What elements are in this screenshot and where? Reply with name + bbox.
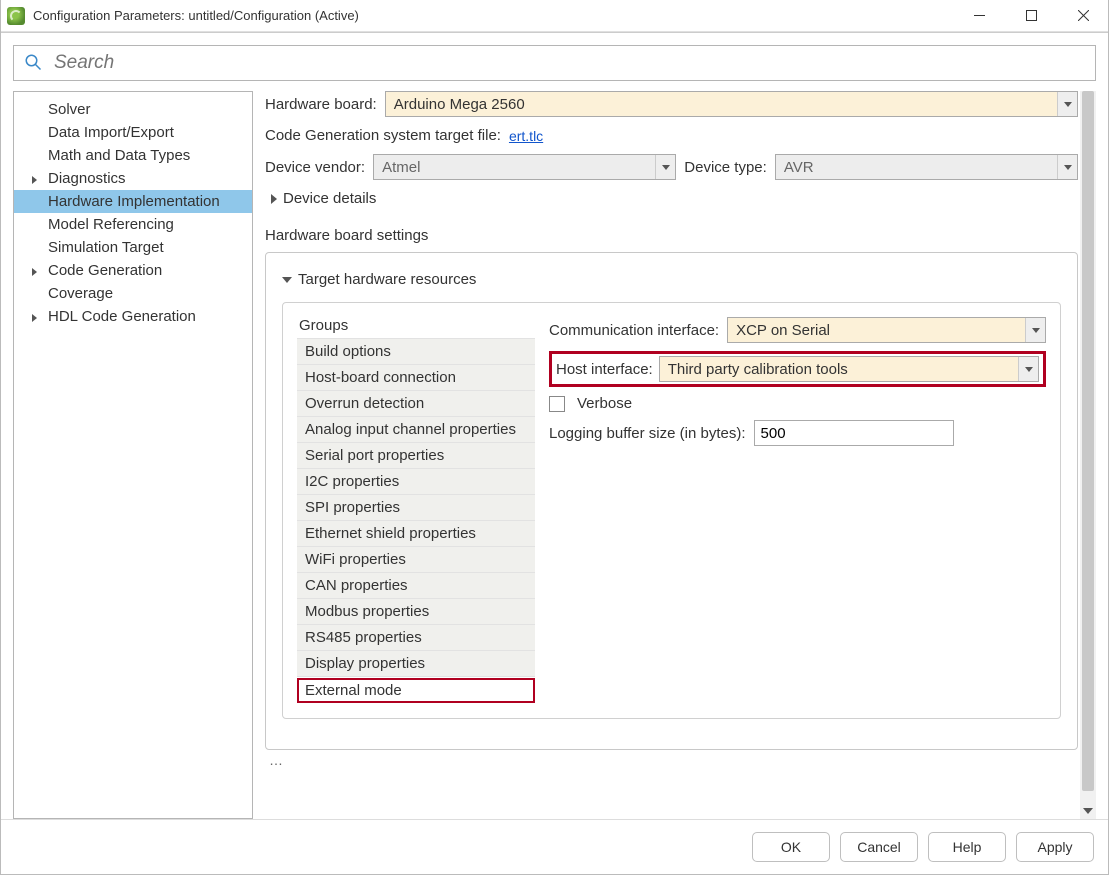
- chevron-down-icon: [282, 277, 292, 283]
- host-interface-highlight: Host interface: Third party calibration …: [549, 351, 1046, 387]
- titlebar: Configuration Parameters: untitled/Confi…: [1, 0, 1108, 32]
- main-columns: SolverData Import/ExportMath and Data Ty…: [13, 91, 1096, 819]
- chevron-down-icon: [1057, 155, 1077, 179]
- group-item[interactable]: Analog input channel properties: [297, 417, 535, 443]
- verbose-label: Verbose: [577, 395, 632, 412]
- group-item[interactable]: Overrun detection: [297, 391, 535, 417]
- chevron-down-icon: [1018, 357, 1038, 381]
- properties-column: Communication interface: XCP on Serial: [549, 317, 1046, 454]
- target-resources-label: Target hardware resources: [298, 271, 476, 288]
- target-resources-expander[interactable]: Target hardware resources: [282, 271, 1061, 288]
- device-vendor-value: Atmel: [374, 159, 655, 176]
- hardware-board-row: Hardware board: Arduino Mega 2560: [265, 91, 1078, 117]
- category-tree[interactable]: SolverData Import/ExportMath and Data Ty…: [13, 91, 253, 819]
- close-button[interactable]: [1068, 4, 1098, 28]
- window-controls: [964, 4, 1098, 28]
- host-interface-select[interactable]: Third party calibration tools: [659, 356, 1039, 382]
- comm-interface-row: Communication interface: XCP on Serial: [549, 317, 1046, 343]
- group-item[interactable]: Ethernet shield properties: [297, 521, 535, 547]
- app-icon: [7, 7, 25, 25]
- ok-button[interactable]: OK: [752, 832, 830, 862]
- hardware-board-label: Hardware board:: [265, 96, 377, 113]
- tree-item[interactable]: Data Import/Export: [14, 121, 252, 144]
- logging-buffer-row: Logging buffer size (in bytes):: [549, 420, 1046, 446]
- group-item[interactable]: Host-board connection: [297, 365, 535, 391]
- chevron-down-icon: [1025, 318, 1045, 342]
- tree-item[interactable]: Solver: [14, 98, 252, 121]
- device-type-select[interactable]: AVR: [775, 154, 1078, 180]
- tree-item[interactable]: Code Generation: [14, 259, 252, 282]
- group-item[interactable]: SPI properties: [297, 495, 535, 521]
- comm-interface-label: Communication interface:: [549, 322, 719, 339]
- logging-buffer-label: Logging buffer size (in bytes):: [549, 425, 746, 442]
- search-input[interactable]: [52, 51, 1085, 75]
- comm-interface-value: XCP on Serial: [728, 322, 1025, 339]
- verbose-checkbox[interactable]: [549, 396, 565, 412]
- codegen-row: Code Generation system target file: ert.…: [265, 127, 1078, 144]
- group-item[interactable]: WiFi properties: [297, 547, 535, 573]
- hardware-board-select[interactable]: Arduino Mega 2560: [385, 91, 1078, 117]
- device-type-label: Device type:: [684, 159, 767, 176]
- help-button[interactable]: Help: [928, 832, 1006, 862]
- hardware-settings-label: Hardware board settings: [265, 227, 1078, 244]
- scrollbar-thumb[interactable]: [1082, 91, 1094, 791]
- group-item[interactable]: Build options: [297, 339, 535, 365]
- device-details-expander[interactable]: Device details: [271, 190, 1078, 207]
- chevron-right-icon: [271, 194, 277, 204]
- groups-column: Groups Build optionsHost-board connectio…: [297, 317, 535, 704]
- window-title: Configuration Parameters: untitled/Confi…: [33, 8, 964, 23]
- chevron-down-icon: [655, 155, 675, 179]
- device-vendor-select[interactable]: Atmel: [373, 154, 676, 180]
- group-item[interactable]: Serial port properties: [297, 443, 535, 469]
- device-vendor-label: Device vendor:: [265, 159, 365, 176]
- tree-item[interactable]: Simulation Target: [14, 236, 252, 259]
- codegen-label: Code Generation system target file:: [265, 127, 501, 144]
- group-item[interactable]: Display properties: [297, 651, 535, 677]
- cancel-button[interactable]: Cancel: [840, 832, 918, 862]
- group-item[interactable]: CAN properties: [297, 573, 535, 599]
- group-item[interactable]: RS485 properties: [297, 625, 535, 651]
- host-interface-row: Host interface: Third party calibration …: [549, 351, 1046, 387]
- config-window: Configuration Parameters: untitled/Confi…: [0, 0, 1109, 875]
- overflow-indicator: …: [269, 752, 1078, 768]
- device-type-value: AVR: [776, 159, 1057, 176]
- codegen-link[interactable]: ert.tlc: [509, 128, 543, 144]
- group-item[interactable]: External mode: [297, 678, 535, 703]
- tree-item[interactable]: HDL Code Generation: [14, 305, 252, 328]
- search-icon: [24, 53, 42, 74]
- body-area: SolverData Import/ExportMath and Data Ty…: [1, 32, 1108, 819]
- group-list[interactable]: Build optionsHost-board connectionOverru…: [297, 338, 535, 703]
- content-area: Hardware board: Arduino Mega 2560 Code G…: [265, 91, 1078, 768]
- tree-item[interactable]: Hardware Implementation: [14, 190, 252, 213]
- chevron-down-icon: [1057, 92, 1077, 116]
- host-interface-label: Host interface:: [556, 361, 653, 378]
- tree-item[interactable]: Math and Data Types: [14, 144, 252, 167]
- right-pane: Hardware board: Arduino Mega 2560 Code G…: [265, 91, 1096, 819]
- group-item[interactable]: I2C properties: [297, 469, 535, 495]
- scrollbar-down-icon[interactable]: [1080, 803, 1096, 819]
- device-details-label: Device details: [283, 190, 376, 207]
- hardware-settings-panel: Target hardware resources Groups Build o…: [265, 252, 1078, 750]
- apply-button[interactable]: Apply: [1016, 832, 1094, 862]
- groups-header: Groups: [299, 317, 535, 334]
- device-row: Device vendor: Atmel Device type: AVR: [265, 154, 1078, 180]
- host-interface-value: Third party calibration tools: [660, 361, 1018, 378]
- hardware-board-value: Arduino Mega 2560: [386, 96, 1057, 113]
- group-item[interactable]: Modbus properties: [297, 599, 535, 625]
- tree-item[interactable]: Coverage: [14, 282, 252, 305]
- search-bar: [13, 45, 1096, 81]
- logging-buffer-input[interactable]: [754, 420, 954, 446]
- tree-item[interactable]: Diagnostics: [14, 167, 252, 190]
- footer-buttons: OK Cancel Help Apply: [1, 819, 1108, 874]
- scrollbar[interactable]: [1080, 91, 1096, 819]
- comm-interface-select[interactable]: XCP on Serial: [727, 317, 1046, 343]
- tree-item[interactable]: Model Referencing: [14, 213, 252, 236]
- minimize-button[interactable]: [964, 4, 994, 28]
- maximize-button[interactable]: [1016, 4, 1046, 28]
- verbose-row: Verbose: [549, 395, 1046, 412]
- target-resources-panel: Groups Build optionsHost-board connectio…: [282, 302, 1061, 719]
